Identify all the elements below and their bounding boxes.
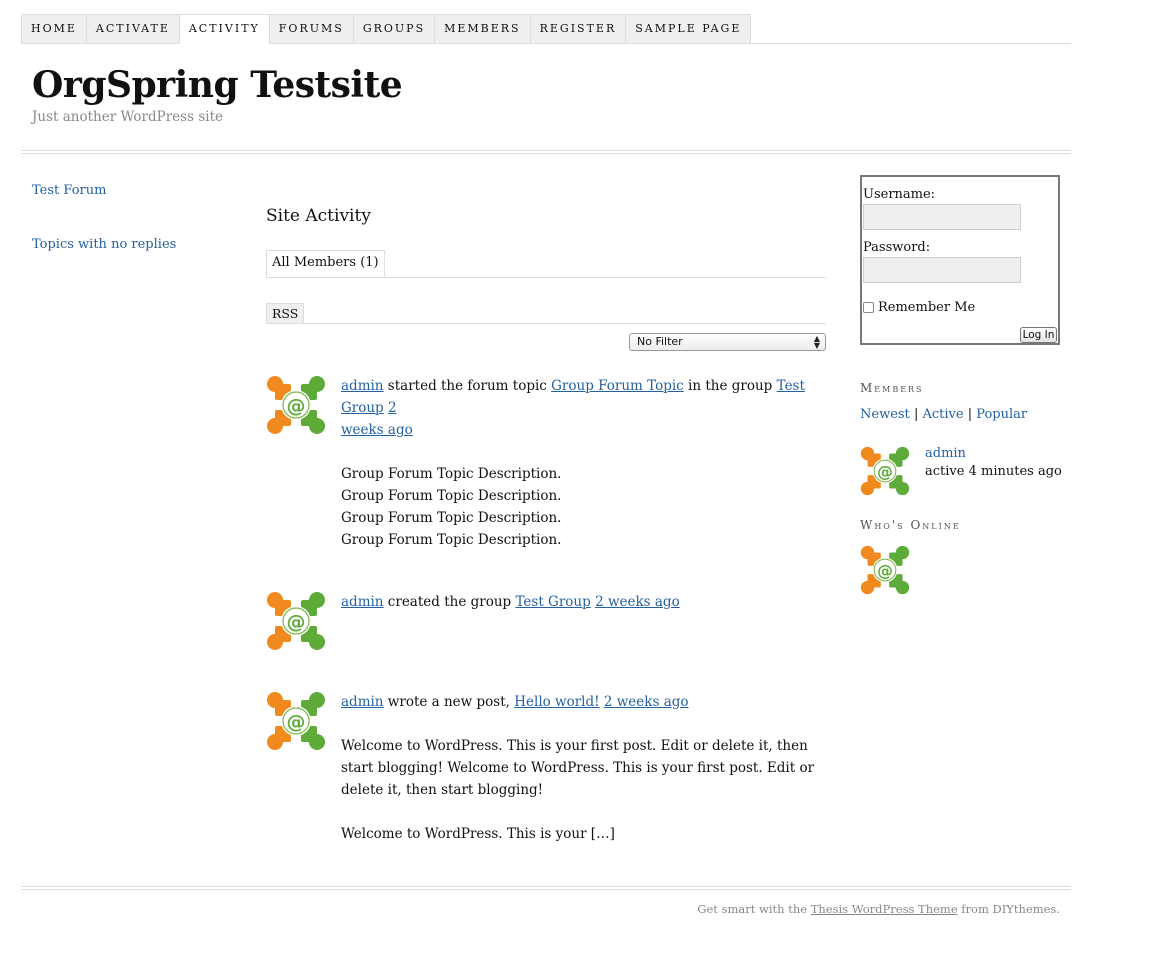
activity-content: Group Forum Topic Description. Group For… (341, 463, 828, 551)
tab-separator: | (913, 407, 919, 422)
nav-tab-members[interactable]: MEMBERS (434, 14, 530, 44)
password-label: Password: (863, 240, 931, 255)
members-widget-title: Members (860, 381, 924, 395)
members-tab-popular[interactable]: Popular (976, 407, 1027, 422)
sidebar-link-test-forum[interactable]: Test Forum (32, 183, 106, 198)
content-line: Group Forum Topic Description. (341, 488, 562, 504)
activity-header: admin created the group Test Group 2 wee… (341, 591, 828, 613)
content-line: Group Forum Topic Description. (341, 532, 562, 548)
sidebar-link-topics-no-replies[interactable]: Topics with no replies (32, 237, 176, 252)
remember-me-checkbox[interactable] (863, 302, 874, 313)
at-sign-avatar-icon[interactable] (860, 446, 910, 496)
nav-tab-forums[interactable]: FORUMS (268, 14, 353, 44)
footer-divider (21, 886, 1071, 890)
timestamp-link[interactable]: 2 (388, 400, 397, 416)
activity-action-text: in the group (683, 378, 777, 394)
activity-header: admin started the forum topic Group Foru… (341, 375, 828, 441)
member-filter-tabs: All Members (1) (266, 250, 826, 278)
page-title: Site Activity (266, 206, 371, 226)
nav-tab-sample-page[interactable]: SAMPLE PAGE (625, 14, 752, 44)
content-paragraph: Welcome to WordPress. This is your […] (341, 826, 615, 842)
at-sign-avatar-icon[interactable] (860, 545, 910, 595)
nav-tab-activity[interactable]: ACTIVITY (178, 14, 269, 44)
whos-online-title: Who's Online (860, 518, 961, 532)
main-content: Site Activity All Members (1) RSS No Fil… (266, 206, 826, 842)
member-status: active 4 minutes ago (925, 464, 1062, 479)
main-navigation: HOME ACTIVATE ACTIVITY FORUMS GROUPS MEM… (21, 14, 1071, 44)
activity-body: admin wrote a new post, Hello world! 2 w… (341, 691, 828, 845)
nav-tab-home[interactable]: HOME (21, 14, 86, 44)
content-line: Group Forum Topic Description. (341, 510, 562, 526)
header-divider (21, 150, 1071, 154)
updown-arrows-icon: ▲ ▼ (813, 334, 820, 350)
login-button[interactable]: Log In (1020, 327, 1057, 343)
post-link[interactable]: Hello world! (514, 694, 599, 710)
at-sign-avatar-icon[interactable] (266, 375, 326, 435)
user-link[interactable]: admin (341, 694, 384, 710)
password-field[interactable] (863, 257, 1021, 283)
at-sign-avatar-icon[interactable] (266, 591, 326, 651)
rss-button[interactable]: RSS (266, 303, 305, 324)
group-link[interactable]: Test Group (515, 594, 590, 610)
filter-selected-value: No Filter (637, 335, 683, 348)
remember-me: Remember Me (863, 300, 975, 315)
activity-filter-select[interactable]: No Filter ▲ ▼ (629, 333, 826, 351)
activity-action-text: started the forum topic (383, 378, 552, 394)
site-title[interactable]: OrgSpring Testsite (32, 64, 403, 106)
timestamp-link[interactable]: 2 weeks ago (595, 594, 680, 610)
member-name-link[interactable]: admin (925, 446, 966, 461)
content-paragraph: Welcome to WordPress. This is your first… (341, 738, 815, 798)
nav-tab-activate[interactable]: ACTIVATE (85, 14, 179, 44)
nav-tab-register[interactable]: REGISTER (529, 14, 626, 44)
remember-me-label: Remember Me (878, 300, 976, 315)
username-field[interactable] (863, 204, 1021, 230)
footer: Get smart with the Thesis WordPress Them… (697, 902, 1060, 916)
footer-text: Get smart with the (697, 902, 811, 916)
footer-theme-link[interactable]: Thesis WordPress Theme (811, 902, 958, 916)
activity-action-text: created the group (383, 594, 516, 610)
user-link[interactable]: admin (341, 378, 384, 394)
user-link[interactable]: admin (341, 594, 384, 610)
content-line: Group Forum Topic Description. (341, 466, 562, 482)
footer-text: from DIYthemes. (957, 902, 1060, 916)
members-tab-newest[interactable]: Newest (860, 407, 910, 422)
activity-content: Welcome to WordPress. This is your first… (341, 735, 828, 845)
feed-options-bar: RSS (266, 302, 826, 324)
timestamp-link[interactable]: weeks ago (341, 422, 413, 438)
timestamp-link[interactable]: 2 weeks ago (604, 694, 689, 710)
nav-tab-groups[interactable]: GROUPS (352, 14, 435, 44)
activity-action-text: wrote a new post, (383, 694, 515, 710)
username-label: Username: (863, 187, 936, 202)
tab-all-members[interactable]: All Members (1) (266, 250, 385, 278)
activity-body: admin created the group Test Group 2 wee… (341, 591, 828, 613)
activity-body: admin started the forum topic Group Foru… (341, 375, 828, 551)
activity-header: admin wrote a new post, Hello world! 2 w… (341, 691, 828, 713)
tab-separator: | (967, 407, 973, 422)
login-form: Username: Password: Remember Me Log In (860, 175, 1060, 345)
at-sign-avatar-icon[interactable] (266, 691, 326, 751)
members-widget-tabs: Newest | Active | Popular (860, 407, 1027, 422)
members-tab-active[interactable]: Active (922, 407, 963, 422)
site-tagline: Just another WordPress site (32, 109, 223, 125)
topic-link[interactable]: Group Forum Topic (551, 378, 684, 394)
